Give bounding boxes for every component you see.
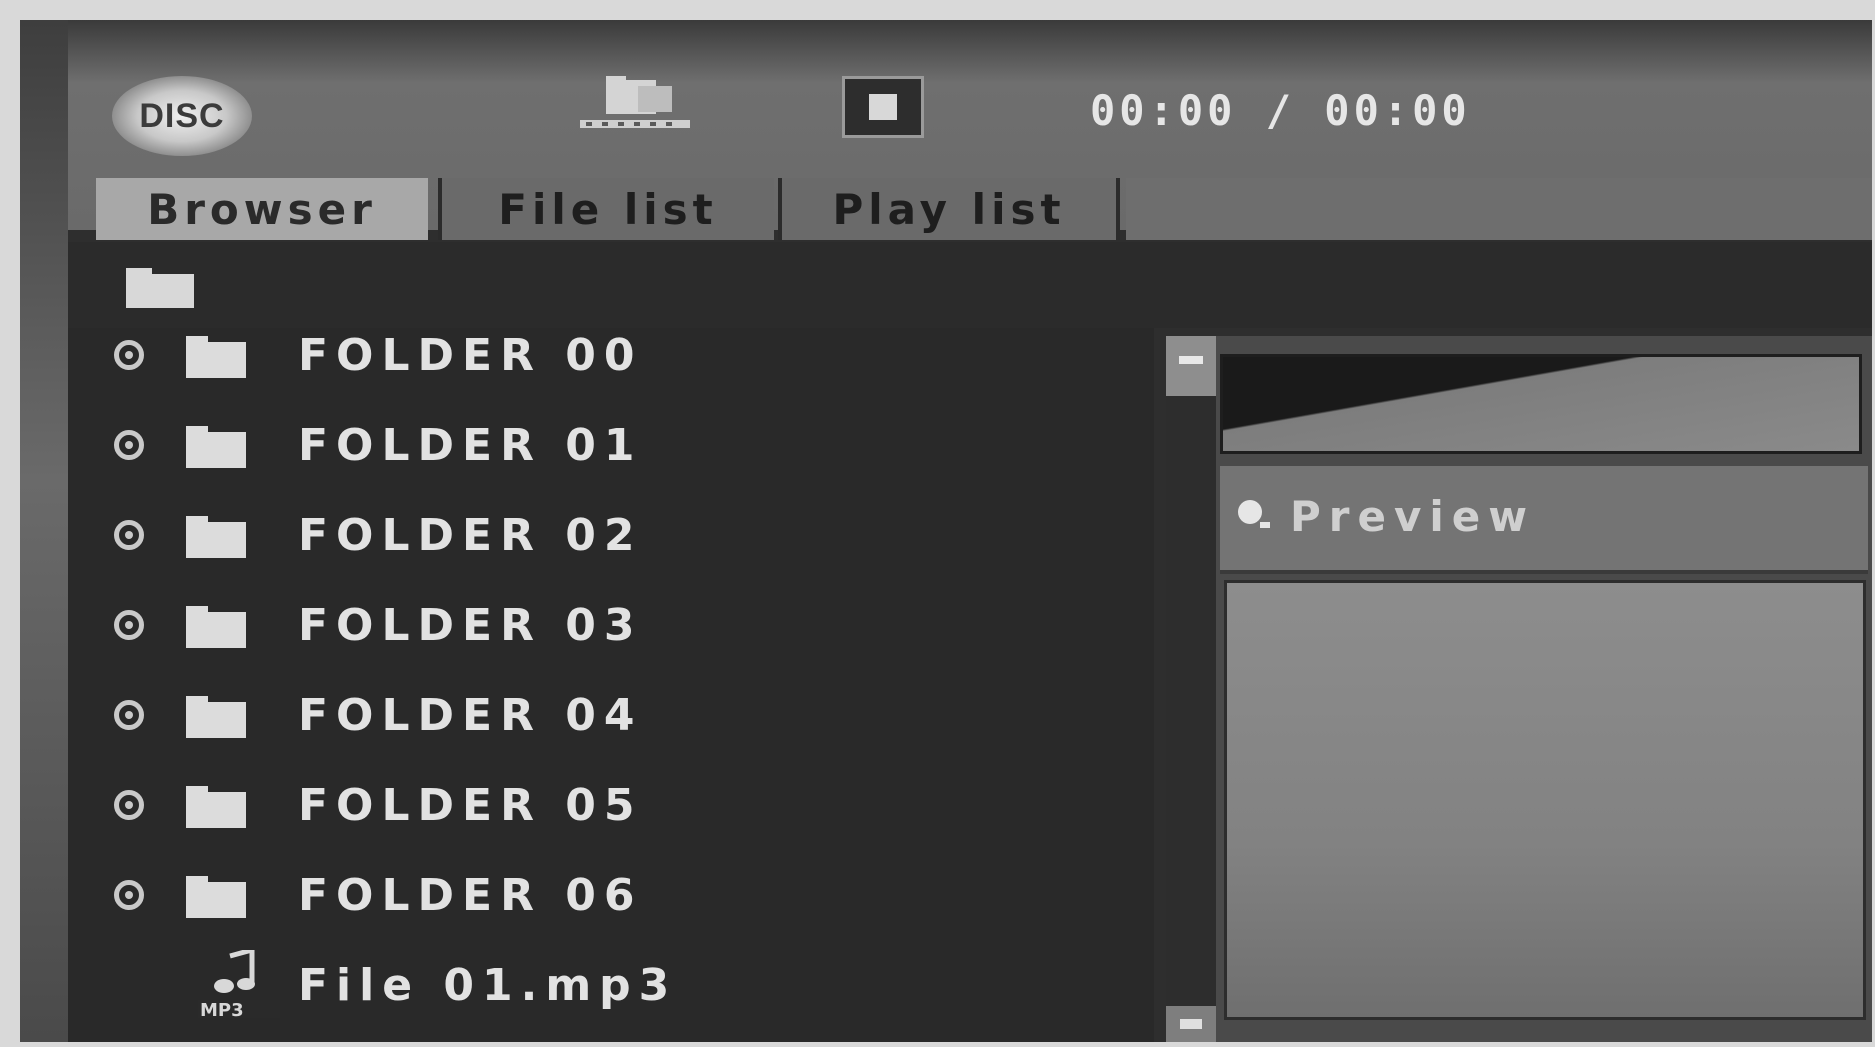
time-display: 00:00 / 00:00	[1090, 86, 1471, 135]
list-item[interactable]: FOLDER 05	[68, 770, 1154, 850]
dvd-menu-screen: DISC 00:00 / 00:00 Browser File list Pla…	[20, 20, 1872, 1042]
folder-icon	[186, 786, 246, 828]
scroll-down-icon	[1180, 1019, 1202, 1029]
list-item[interactable]: MP3 File 01.mp3	[68, 950, 1154, 1030]
folder-icon	[186, 606, 246, 648]
list-item-label: FOLDER 05	[298, 780, 643, 831]
folder-icon	[186, 876, 246, 918]
stop-icon	[869, 94, 897, 120]
preview-panel: Preview	[1216, 336, 1872, 1042]
preview-thumbnail	[1220, 354, 1862, 454]
expand-icon[interactable]	[114, 880, 144, 910]
folder-icon	[186, 696, 246, 738]
scroll-down-button[interactable]	[1166, 1006, 1216, 1042]
tab-play-list[interactable]: Play list	[778, 178, 1120, 240]
folder-icon	[186, 516, 246, 558]
list-item-label: FOLDER 00	[298, 330, 643, 381]
folder-icon	[186, 336, 246, 378]
list-item-label: FOLDER 02	[298, 510, 643, 561]
expand-icon[interactable]	[114, 610, 144, 640]
list-item[interactable]: FOLDER 03	[68, 590, 1154, 670]
list-item-label: File 01.mp3	[298, 960, 678, 1011]
tab-browser[interactable]: Browser	[96, 178, 428, 240]
disc-logo: DISC	[112, 76, 252, 156]
scrollbar[interactable]	[1166, 336, 1216, 1042]
list-item[interactable]: FOLDER 01	[68, 410, 1154, 490]
list-item[interactable]: FOLDER 02	[68, 500, 1154, 580]
disc-logo-text: DISC	[139, 96, 225, 135]
path-bar	[68, 242, 1872, 328]
list-item[interactable]: FOLDER 06	[68, 860, 1154, 940]
folder-icon	[186, 426, 246, 468]
stop-button[interactable]	[842, 76, 924, 138]
scroll-up-icon	[1179, 356, 1203, 364]
tab-file-list[interactable]: File list	[438, 178, 774, 240]
mp3-file-icon: MP3	[198, 950, 280, 1021]
list-item-label: FOLDER 03	[298, 600, 643, 651]
file-browser-list: FOLDER 00 FOLDER 01 FOLDER 02 FOLDER 03 …	[68, 328, 1154, 1042]
list-item[interactable]: FOLDER 04	[68, 680, 1154, 760]
list-item-label: FOLDER 01	[298, 420, 643, 471]
screen-edge	[20, 20, 68, 1042]
svg-text:MP3: MP3	[200, 1000, 244, 1021]
expand-icon[interactable]	[114, 520, 144, 550]
list-item-label: FOLDER 04	[298, 690, 643, 741]
media-folder-icon	[580, 76, 690, 128]
list-item[interactable]: FOLDER 00	[68, 320, 1154, 400]
expand-icon[interactable]	[114, 700, 144, 730]
list-item-label: FOLDER 06	[298, 870, 643, 921]
expand-icon[interactable]	[114, 430, 144, 460]
folder-icon	[126, 268, 194, 308]
expand-icon[interactable]	[114, 790, 144, 820]
scroll-up-button[interactable]	[1166, 336, 1216, 396]
expand-icon[interactable]	[114, 340, 144, 370]
preview-header: Preview	[1220, 466, 1868, 574]
preview-icon	[1238, 500, 1270, 528]
preview-label: Preview	[1290, 492, 1536, 541]
preview-area	[1224, 580, 1866, 1020]
tab-bar-filler	[1126, 178, 1872, 240]
